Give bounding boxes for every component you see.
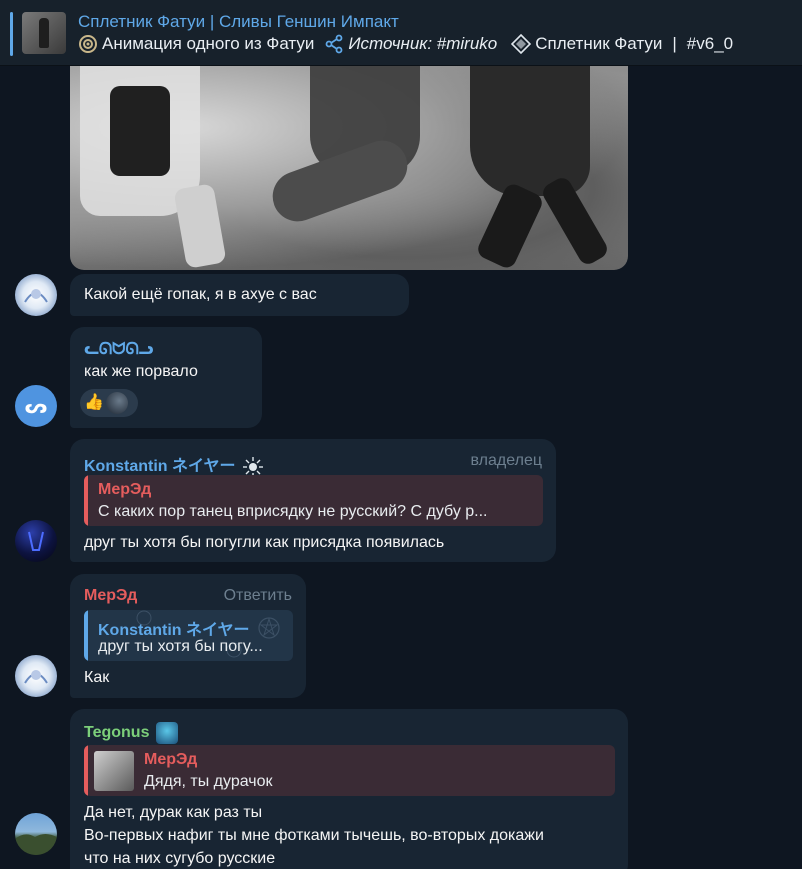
avatar-art-icon bbox=[28, 531, 44, 551]
pinned-indicator bbox=[10, 12, 13, 56]
pinned-sub-text-1: Анимация одного из Фатуи bbox=[102, 34, 315, 53]
message-text: Какой ещё гопак, я в ахуе с вас bbox=[84, 286, 317, 303]
pinned-title: Сплетник Фатуи | Сливы Геншин Импакт bbox=[78, 12, 399, 31]
reply-action[interactable]: Ответить bbox=[224, 587, 292, 605]
pinned-message-bar[interactable]: Сплетник Фатуи | Сливы Геншин Импакт Ани… bbox=[0, 0, 802, 66]
avatar[interactable] bbox=[15, 274, 57, 316]
message-text-line: Во-первых нафиг ты мне фотками тычешь, в… bbox=[84, 827, 544, 844]
pinned-sub-text-3: Сплетник Фатуи bbox=[535, 34, 663, 53]
sender-emoji-icon bbox=[155, 722, 178, 744]
avatar-art-icon bbox=[24, 289, 48, 303]
reaction-badge[interactable]: 👍 bbox=[80, 389, 138, 417]
message-text-line: Да нет, дурак как раз ты bbox=[84, 804, 263, 821]
pinned-sub-text-4: #v6_0 bbox=[686, 34, 734, 53]
reply-sender: МерЭд bbox=[144, 751, 198, 768]
reply-text: друг ты хотя бы погу... bbox=[98, 638, 263, 655]
pinned-subtitle: Анимация одного из Фатуи Источник: #miru… bbox=[78, 34, 733, 54]
avatar-letter: ᔕ bbox=[24, 395, 48, 418]
message-bubble[interactable]: ᓚᘏᗢᘏᓗ как же порвало 👍 bbox=[70, 327, 262, 428]
share-icon bbox=[325, 34, 343, 54]
message-photo[interactable] bbox=[70, 66, 628, 270]
sun-emoji-icon bbox=[242, 456, 263, 477]
reply-preview[interactable]: МерЭд Дядя, ты дурачок bbox=[84, 745, 615, 796]
message-text: друг ты хотя бы погугли как присядка поя… bbox=[84, 534, 445, 551]
reply-thumbnail bbox=[94, 751, 134, 791]
message-text-line: что на них сугубо русские bbox=[84, 850, 276, 867]
sender-name[interactable]: МерЭд bbox=[84, 587, 137, 605]
pinned-sub-text-2: Источник: #miruko bbox=[348, 34, 498, 53]
reply-preview[interactable]: МерЭд С каких пор танец вприсядку не рус… bbox=[84, 475, 543, 526]
sender-name[interactable]: Tegonus bbox=[84, 722, 178, 744]
reply-preview[interactable]: Konstantin ネイヤー друг ты хотя бы погу... bbox=[84, 610, 293, 661]
message-text: как же порвало bbox=[84, 363, 198, 380]
pinned-thumbnail bbox=[22, 12, 66, 54]
avatar-art-icon bbox=[24, 670, 48, 684]
pinned-sub-separator: | bbox=[672, 34, 677, 53]
thumbs-up-icon: 👍 bbox=[84, 394, 104, 411]
message-bubble[interactable]: Какой ещё гопак, я в ахуе с вас bbox=[70, 274, 409, 316]
crystal-icon bbox=[511, 34, 532, 54]
avatar-landscape-icon bbox=[15, 834, 57, 855]
sender-name-text: Tegonus bbox=[84, 724, 150, 742]
reply-sender: Konstantin ネイヤー bbox=[98, 622, 250, 639]
role-label: владелец bbox=[470, 452, 542, 469]
avatar[interactable] bbox=[15, 520, 57, 562]
avatar[interactable] bbox=[15, 813, 57, 855]
reactor-avatar bbox=[105, 392, 128, 414]
avatar[interactable] bbox=[15, 655, 57, 697]
message-text: Как bbox=[84, 669, 110, 686]
reply-sender: МерЭд bbox=[98, 481, 152, 498]
sender-name-text: Konstantin ネイヤー bbox=[84, 458, 236, 475]
reply-text: С каких пор танец вприсядку не русский? … bbox=[98, 503, 488, 520]
message-bubble[interactable]: Tegonus МерЭд Дядя, ты дурачок Да нет, д… bbox=[70, 709, 628, 869]
avatar[interactable]: ᔕ bbox=[15, 385, 57, 427]
message-bubble[interactable]: МерЭд Ответить Konstantin ネイヤー друг ты х… bbox=[70, 574, 306, 698]
message-bubble[interactable]: Konstantin ネイヤー владелец МерЭд С каких п… bbox=[70, 439, 556, 562]
sender-name[interactable]: Konstantin ネイヤー bbox=[84, 452, 264, 477]
sender-name[interactable]: ᓚᘏᗢᘏᓗ bbox=[84, 339, 154, 359]
spiral-icon bbox=[79, 35, 97, 53]
reply-text: Дядя, ты дурачок bbox=[144, 773, 273, 790]
